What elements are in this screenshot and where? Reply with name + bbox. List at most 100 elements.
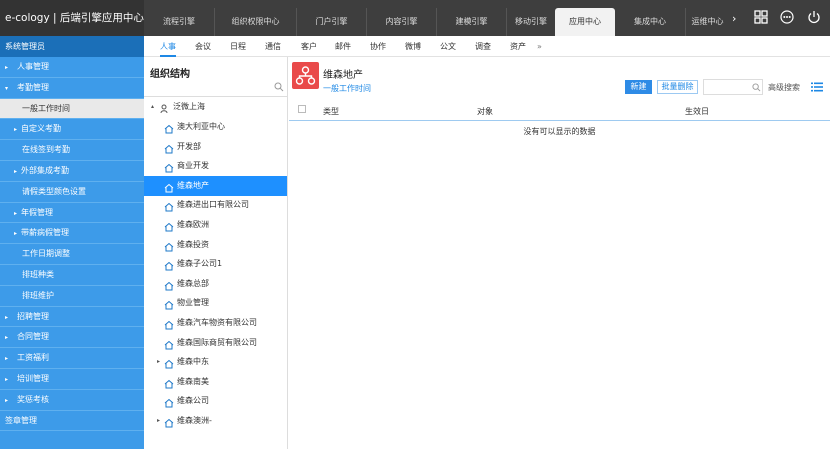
top-tab-next-icon[interactable]: › [732,12,736,25]
search-icon[interactable] [274,82,284,92]
column-type[interactable]: 类型 [323,106,339,117]
top-tab-portal[interactable]: 门户引擎 [296,8,366,36]
sidebar-item-attendance[interactable]: ▾ 考勤管理 [0,78,144,99]
tree-node[interactable]: 维森进出口有限公司 [144,195,287,215]
tree-root-node[interactable]: ▴ 泛微上海 [144,97,287,117]
more-icon[interactable] [780,10,794,24]
sidebar-item-work-hours[interactable]: 一般工作时间 [0,98,144,120]
sidebar-item-signature[interactable]: 签章管理 [0,411,144,432]
top-tab-mobile[interactable]: 移动引擎 [506,8,555,36]
tab-assets[interactable]: 资产 [510,36,526,57]
tree-node[interactable]: ▸ 维森中东 [144,352,287,372]
tree-node[interactable]: 开发部 [144,137,287,157]
expand-arrow-icon: ▸ [5,355,9,363]
tree-node[interactable]: 维森子公司1 [144,254,287,274]
tree-node-label: 维森汽车物资有限公司 [177,318,257,327]
top-tab-appcenter[interactable]: 应用中心 [555,8,615,36]
tree-node[interactable]: 商业开发 [144,156,287,176]
sidebar-item-custom-attendance[interactable]: ▸ 自定义考勤 [0,119,144,141]
module-subtitle-link[interactable]: 一般工作时间 [323,83,371,94]
grid-icon[interactable] [754,10,768,24]
tab-mail[interactable]: 邮件 [335,36,351,57]
sidebar: 系统管理员 ▸ 人事管理 ▾ 考勤管理 一般工作时间 ▸ 自定义考勤 在线签到考勤 ▸… [0,36,144,449]
tab-collaboration[interactable]: 协作 [370,36,386,57]
tree-node[interactable]: 澳大利亚中心 [144,117,287,137]
tree-node-label: 澳大利亚中心 [177,122,225,131]
tree-node-label: 开发部 [177,141,201,151]
tab-documents[interactable]: 公文 [440,36,456,57]
table-header: 类型 对象 生效日 [289,101,830,121]
top-tab-content[interactable]: 内容引擎 [366,8,436,36]
tab-meeting[interactable]: 会议 [195,36,211,57]
tree-node-label: 维森进出口有限公司 [177,200,249,210]
expand-arrow-icon[interactable]: ▸ [157,352,160,372]
sidebar-item-sick-leave[interactable]: ▸ 带薪病假管理 [0,223,144,245]
tree-node-label: 维森南美 [177,376,209,386]
sidebar-item-annual-leave[interactable]: ▸ 年假管理 [0,203,144,224]
tree-node-label: 维森欧洲 [177,220,209,229]
expand-arrow-icon: ▸ [14,126,18,134]
tree-node[interactable]: 维森欧洲 [144,215,287,235]
tree-node-label: 维森国际商贸有限公司 [177,337,257,347]
new-button[interactable]: 新建 [625,80,652,94]
tree-node[interactable]: 维森公司 [144,391,287,411]
list-view-icon[interactable] [811,82,823,92]
tree-node[interactable]: 物业管理 [144,293,287,313]
tree-node-label: 维森公司 [177,396,209,406]
tree-search-bar[interactable] [144,79,288,97]
top-tab-ops[interactable]: 运维中心 [685,8,729,36]
sidebar-item-shift-maintenance[interactable]: 排班维护 [0,286,144,307]
expand-arrow-icon: ▸ [5,313,9,321]
sidebar-item-shift-types[interactable]: 排班种类 [0,265,144,286]
module-tab-bar: 人事 会议 日程 通信 客户 邮件 协作 微博 公文 调查 资产 » [144,36,830,57]
sidebar-item-training[interactable]: ▸ 培训管理 [0,369,144,390]
sidebar-item-workday-adjust[interactable]: 工作日期调整 [0,244,144,265]
tab-survey[interactable]: 调查 [475,36,491,57]
tree-node-label: 维森子公司1 [177,259,223,269]
search-input[interactable] [703,79,763,95]
tree-node[interactable]: 维森投资 [144,235,287,255]
sidebar-item-online-checkin[interactable]: 在线签到考勤 [0,140,144,161]
tab-more-icon[interactable]: » [537,36,542,57]
tab-customer[interactable]: 客户 [301,36,317,57]
empty-message: 没有可以显示的数据 [523,127,596,136]
sidebar-item-contracts[interactable]: ▸ 合同管理 [0,327,144,349]
top-tab-integration[interactable]: 集成中心 [615,8,685,36]
sidebar-item-recruitment[interactable]: ▸ 招聘管理 [0,307,144,328]
select-all-checkbox[interactable] [298,105,306,113]
tree-node[interactable]: ▸ 维森澳洲- [144,411,287,431]
tree-node[interactable]: 维森国际商贸有限公司 [144,333,287,353]
tree-node[interactable]: 维森总部 [144,274,287,294]
top-bar: e-cology | 后端引擎应用中心 流程引擎 组织权限中心 门户引擎 内容引… [0,0,830,36]
sidebar-item-hr[interactable]: ▸ 人事管理 [0,57,144,78]
tree-node-label: 维森地产 [177,180,209,190]
expand-arrow-icon: ▸ [5,375,9,383]
tree-node-label: 维森总部 [177,278,209,288]
collapse-arrow-icon[interactable]: ▴ [151,97,154,117]
top-tab-modeling[interactable]: 建模引擎 [436,8,506,36]
tree-node-label: 维森澳洲- [177,416,212,425]
expand-arrow-icon[interactable]: ▸ [157,411,160,431]
tree-node[interactable]: 维森地产 [144,175,287,196]
tree-node[interactable]: 维森汽车物资有限公司 [144,313,287,333]
column-object[interactable]: 对象 [477,106,493,117]
tab-calendar[interactable]: 日程 [230,36,246,57]
sidebar-item-payroll[interactable]: ▸ 工资福利 [0,348,144,369]
column-effective-date[interactable]: 生效日 [685,106,709,117]
department-icon [164,416,174,436]
tree-node-label: 泛微上海 [173,102,205,111]
search-icon[interactable] [752,83,761,92]
app-title: e-cology | 后端引擎应用中心 [0,0,144,36]
power-icon[interactable] [807,10,821,24]
tab-hr[interactable]: 人事 [160,36,176,57]
tree-node[interactable]: 维森南美 [144,372,287,392]
advanced-search-link[interactable]: 高级搜索 [768,82,800,93]
sidebar-item-leave-colors[interactable]: 请假类型颜色设置 [0,182,144,203]
sidebar-item-rewards[interactable]: ▸ 奖惩考核 [0,390,144,411]
top-tab-org[interactable]: 组织权限中心 [214,8,296,36]
sidebar-item-external-attendance[interactable]: ▸ 外部集成考勤 [0,161,144,182]
tab-weibo[interactable]: 微博 [405,36,421,57]
top-tab-workflow[interactable]: 流程引擎 [144,8,214,36]
tab-communication[interactable]: 通信 [265,36,281,57]
batch-delete-button[interactable]: 批量删除 [657,80,698,94]
